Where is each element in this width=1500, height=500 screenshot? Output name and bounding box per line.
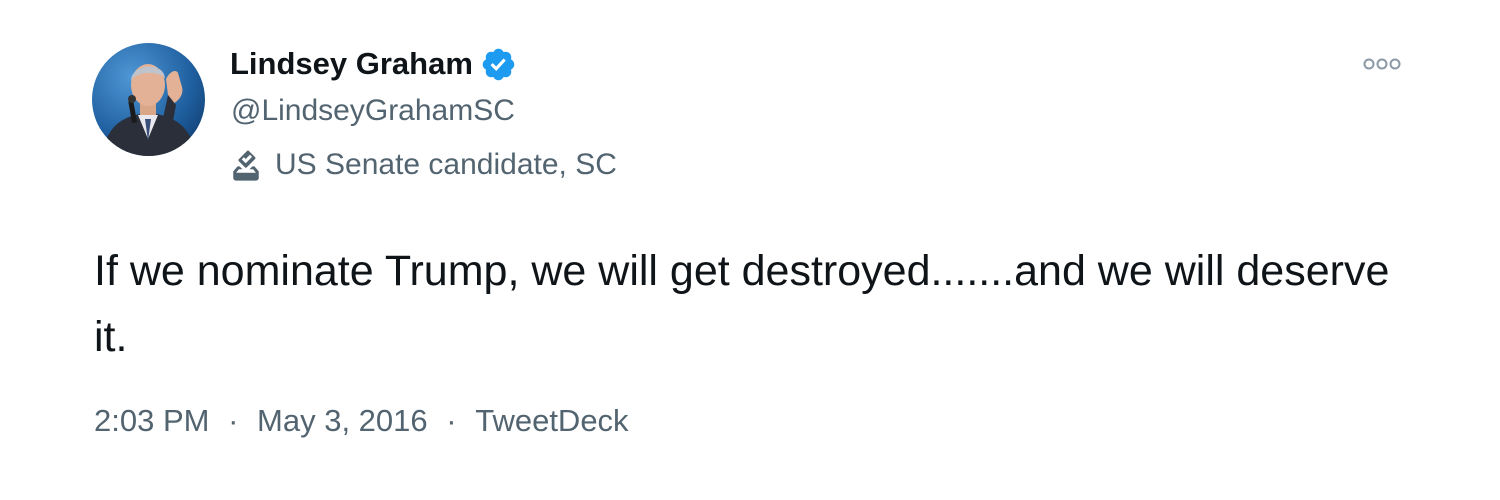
- author-handle[interactable]: @LindseyGrahamSC: [231, 94, 515, 128]
- tweet-card[interactable]: Lindsey Graham @LindseyGrahamSC US Senat…: [0, 0, 1500, 500]
- avatar-photo: [92, 43, 205, 156]
- tweet-time[interactable]: 2:03 PM: [94, 403, 209, 439]
- label-text: US Senate candidate, SC: [275, 148, 617, 181]
- more-options-icon[interactable]: [1360, 54, 1404, 74]
- meta-separator: ·: [228, 403, 239, 438]
- tweet-date[interactable]: May 3, 2016: [257, 403, 428, 439]
- tweet-source[interactable]: TweetDeck: [475, 403, 628, 439]
- tweet-text: If we nominate Trump, we will get destro…: [94, 247, 1390, 361]
- author-display-name[interactable]: Lindsey Graham: [230, 46, 473, 82]
- avatar[interactable]: [92, 43, 205, 156]
- tweet-metadata: 2:03 PM · May 3, 2016 · TweetDeck: [94, 403, 629, 439]
- meta-separator: ·: [446, 403, 457, 438]
- author-name-row: Lindsey Graham: [230, 44, 517, 84]
- author-label: US Senate candidate, SC: [229, 146, 617, 184]
- ballot-box-icon: [229, 148, 263, 182]
- verified-badge-icon: [480, 46, 517, 83]
